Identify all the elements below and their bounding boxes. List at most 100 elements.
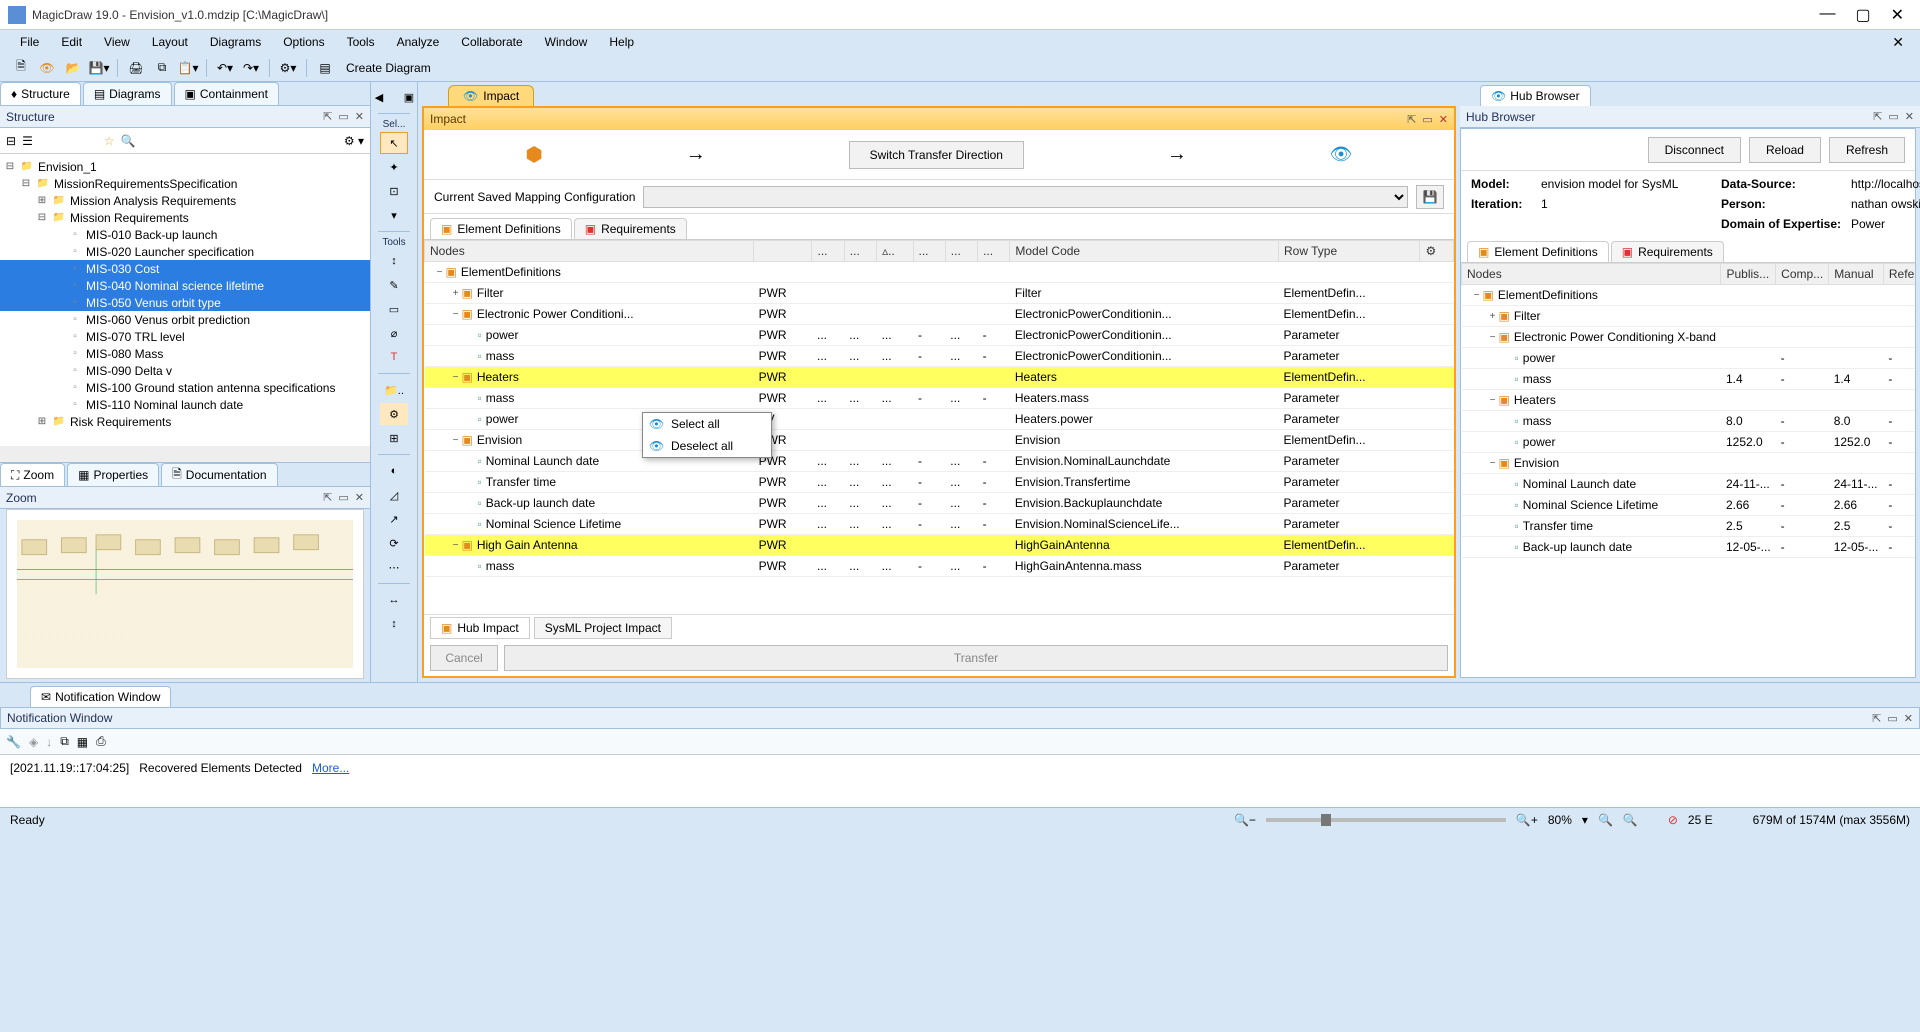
zoom-out-icon[interactable]: 🔍− [1234, 813, 1256, 827]
hub-row[interactable]: ▫Nominal Launch date 24-11-...-24-11-...… [1462, 474, 1916, 495]
tool-icon-18[interactable]: ↕ [380, 613, 408, 635]
hub-col-comp[interactable]: Comp... [1776, 264, 1829, 285]
tree-collapse-icon[interactable]: ⊟ [6, 134, 16, 148]
menu-diagrams[interactable]: Diagrams [200, 32, 271, 52]
impact-row[interactable]: ▫mass PWR.........-...- ElectronicPowerC… [425, 346, 1454, 367]
create-diagram-button[interactable]: Create Diagram [340, 61, 437, 75]
hub-col-refer[interactable]: Refer... [1883, 264, 1915, 285]
zoom-fit-icon[interactable]: 🔍 [1598, 813, 1613, 827]
hub-row[interactable]: ▫Transfer time 2.5-2.5- [1462, 516, 1916, 537]
diagram-icon[interactable]: ▤ [314, 57, 336, 79]
tree-row[interactable]: ▫MIS-110 Nominal launch date [0, 396, 370, 413]
disconnect-button[interactable]: Disconnect [1648, 137, 1741, 163]
impact-row[interactable]: −▣Envision PWR EnvisionElementDefin... [425, 430, 1454, 451]
tool-icon-13[interactable]: ◿ [380, 484, 408, 506]
tool-icon-15[interactable]: ⟳ [380, 532, 408, 554]
notif-tool-4[interactable]: ⧉ [60, 734, 69, 749]
tool-icon-3[interactable]: ▾ [380, 204, 408, 226]
tab-impact[interactable]: 👁 Impact [448, 85, 534, 106]
tab-properties[interactable]: ▦Properties [67, 463, 159, 486]
hub-row[interactable]: +▣Filter [1462, 306, 1916, 327]
mapping-select[interactable] [643, 186, 1408, 208]
tool-icon-10[interactable]: ⚙ [380, 403, 408, 425]
minimize-button[interactable]: — [1819, 5, 1835, 25]
impact-grid[interactable]: Nodes ... ... ▵.. ... ... ... Model Code… [424, 240, 1454, 614]
close-project-button[interactable]: ✕ [1886, 34, 1910, 51]
menu-help[interactable]: Help [599, 32, 644, 52]
hub-row[interactable]: −▣Heaters [1462, 390, 1916, 411]
tab-zoom[interactable]: ⛶Zoom [0, 463, 65, 486]
impact-close-icon[interactable]: ✕ [1439, 113, 1448, 126]
hub-row[interactable]: −▣ElementDefinitions [1462, 285, 1916, 306]
zoom-minimize-icon[interactable]: ▭ [338, 491, 348, 504]
impact-row[interactable]: ▫Nominal Launch date PWR.........-...- E… [425, 451, 1454, 472]
impact-row[interactable]: ▫power PV Heaters.powerParameter [425, 409, 1454, 430]
col-model-code[interactable]: Model Code [1010, 241, 1279, 262]
tab-hub-browser[interactable]: 👁 Hub Browser [1480, 85, 1591, 106]
maximize-button[interactable]: ▢ [1855, 5, 1870, 25]
tree-filter-icon[interactable]: ☰ [22, 134, 33, 148]
notif-restore-icon[interactable]: ⇱ [1872, 712, 1881, 725]
redo-icon[interactable]: ↷▾ [240, 57, 262, 79]
impact-row[interactable]: −▣Heaters PWR HeatersElementDefin... [425, 367, 1454, 388]
col-7[interactable]: ... [945, 241, 977, 262]
menu-layout[interactable]: Layout [142, 32, 198, 52]
tool-icon-1[interactable]: ✦ [380, 156, 408, 178]
tree-row[interactable]: ▫MIS-040 Nominal science lifetime [0, 277, 370, 294]
tree-row[interactable]: ⊟📁Mission Requirements [0, 209, 370, 226]
hub-tab-ed[interactable]: ▣Element Definitions [1467, 241, 1609, 262]
tab-structure[interactable]: ♦Structure [0, 82, 81, 105]
save-icon[interactable]: 💾▾ [88, 57, 110, 79]
notif-close-icon[interactable]: ✕ [1904, 712, 1913, 725]
select-tool-icon[interactable]: ↖ [380, 132, 408, 154]
transfer-button[interactable]: Transfer [504, 645, 1448, 671]
tree-row[interactable]: ▫MIS-050 Venus orbit type [0, 294, 370, 311]
hub-tab-req[interactable]: ▣Requirements [1611, 241, 1724, 262]
impact-row[interactable]: −▣ElementDefinitions [425, 262, 1454, 283]
tool-icon-11[interactable]: ⊞ [380, 427, 408, 449]
panel-minimize-icon[interactable]: ▭ [338, 110, 348, 123]
tab-hub-impact[interactable]: ▣Hub Impact [430, 617, 530, 639]
error-count[interactable]: 25 E [1688, 813, 1713, 827]
impact-row[interactable]: −▣Electronic Power Conditioni... PWR Ele… [425, 304, 1454, 325]
impact-minimize-icon[interactable]: ▭ [1422, 113, 1432, 126]
branch-icon[interactable]: ⚙▾ [277, 57, 299, 79]
notif-minimize-icon[interactable]: ▭ [1887, 712, 1897, 725]
cancel-button[interactable]: Cancel [430, 645, 498, 671]
tree-row[interactable]: ⊟📁MissionRequirementsSpecification [0, 175, 370, 192]
hub-row[interactable]: ▫mass 8.0-8.0- [1462, 411, 1916, 432]
notif-tool-5[interactable]: ▦ [77, 735, 88, 749]
gear-icon[interactable]: ⚙ ▾ [344, 134, 364, 148]
notif-tool-3[interactable]: ↓ [46, 735, 52, 749]
zoom-overview[interactable] [6, 509, 364, 679]
menu-collaborate[interactable]: Collaborate [451, 32, 532, 52]
tree-row[interactable]: ▫MIS-030 Cost [0, 260, 370, 277]
tab-documentation[interactable]: 🗎Documentation [161, 463, 277, 486]
hub-col-publis[interactable]: Publis... [1721, 264, 1776, 285]
tree-row[interactable]: ▫MIS-010 Back-up launch [0, 226, 370, 243]
tab-containment[interactable]: ▣Containment [174, 82, 279, 105]
tree-row[interactable]: ▫MIS-060 Venus orbit prediction [0, 311, 370, 328]
menu-edit[interactable]: Edit [51, 32, 92, 52]
zoom-restore-icon[interactable]: ⇱ [323, 491, 332, 504]
tab-requirements[interactable]: ▣Requirements [574, 218, 687, 239]
open-folder-icon[interactable]: 📂 [62, 57, 84, 79]
col-6[interactable]: ... [913, 241, 945, 262]
tool-icon-17[interactable]: ↔ [380, 589, 408, 611]
zoom-percent[interactable]: 80% [1548, 813, 1572, 827]
tree-row[interactable]: ▫MIS-090 Delta v [0, 362, 370, 379]
ctx-deselect-all[interactable]: 👁Deselect all [643, 435, 771, 457]
zoom-slider[interactable] [1266, 818, 1506, 822]
tool-icon-16[interactable]: ⋯ [380, 556, 408, 578]
tool-icon-4[interactable]: ↕ [380, 250, 408, 272]
copy-icon[interactable]: ⧉ [151, 57, 173, 79]
col-8[interactable]: ... [978, 241, 1010, 262]
print-icon[interactable]: 🖨 [125, 57, 147, 79]
menu-window[interactable]: Window [535, 32, 598, 52]
hub-col-manual[interactable]: Manual [1829, 264, 1884, 285]
hub-restore-icon[interactable]: ⇱ [1873, 110, 1882, 123]
col-2[interactable] [754, 241, 812, 262]
structure-tree[interactable]: ⊟📁Envision_1⊟📁MissionRequirementsSpecifi… [0, 154, 370, 446]
menu-analyze[interactable]: Analyze [387, 32, 450, 52]
zoom-reset-icon[interactable]: 🔍 [1623, 813, 1638, 827]
